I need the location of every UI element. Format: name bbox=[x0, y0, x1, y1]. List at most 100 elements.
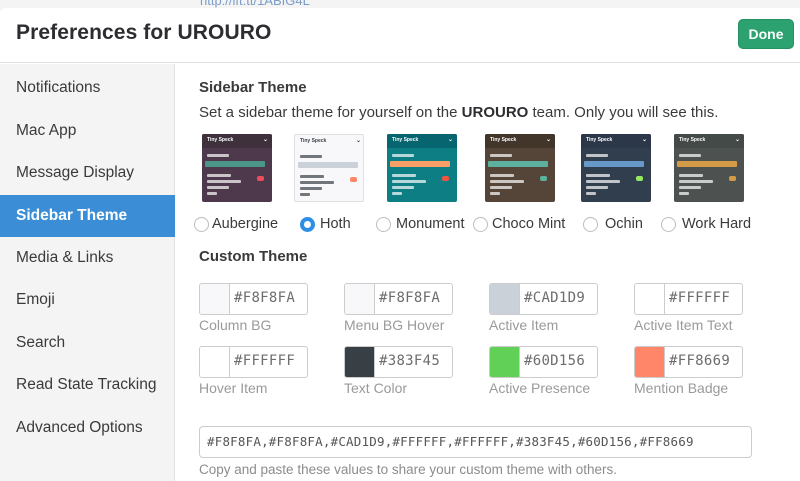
chevron-down-icon: ⌄ bbox=[447, 137, 453, 143]
theme-radio-ochin[interactable] bbox=[583, 217, 598, 232]
theme-preview-badge bbox=[636, 176, 643, 181]
sidebar-item-advanced-options[interactable]: Advanced Options bbox=[0, 407, 175, 449]
modal-header: Preferences for UROURO Done bbox=[0, 8, 800, 63]
theme-values-input[interactable]: #F8F8FA,#F8F8FA,#CAD1D9,#FFFFFF,#FFFFFF,… bbox=[199, 426, 752, 458]
color-swatch[interactable] bbox=[345, 347, 375, 377]
sidebar-item-notifications[interactable]: Notifications bbox=[0, 67, 175, 109]
theme-radio-label[interactable]: Choco Mint bbox=[492, 216, 565, 232]
theme-preview-ochin[interactable]: Tiny Speck ⌄ bbox=[581, 134, 651, 202]
swatch-label: Active Item Text bbox=[634, 317, 733, 333]
swatch-label: Hover Item bbox=[199, 380, 268, 396]
theme-preview-active-item bbox=[205, 161, 265, 167]
theme-preview-channel bbox=[490, 154, 512, 157]
color-swatch[interactable] bbox=[635, 284, 665, 314]
color-swatch[interactable] bbox=[345, 284, 375, 314]
theme-radio-choco-mint[interactable] bbox=[473, 217, 488, 232]
theme-radio-label[interactable]: Ochin bbox=[605, 216, 643, 232]
page-title: Preferences for UROURO bbox=[16, 21, 272, 44]
sidebar-theme-panel: Sidebar Theme Set a sidebar theme for yo… bbox=[176, 64, 800, 481]
theme-preview-badge bbox=[257, 176, 264, 181]
done-button[interactable]: Done bbox=[738, 19, 794, 49]
swatch-label: Text Color bbox=[344, 380, 408, 396]
swatch-label: Active Presence bbox=[489, 380, 591, 396]
color-input[interactable]: #F8F8FA bbox=[344, 283, 453, 315]
color-input[interactable]: #60D156 bbox=[489, 346, 598, 378]
sidebar-item-emoji[interactable]: Emoji bbox=[0, 279, 175, 321]
swatch-label: Column BG bbox=[199, 317, 272, 333]
color-hex-value: #F8F8FA bbox=[379, 290, 441, 306]
color-swatch[interactable] bbox=[635, 347, 665, 377]
theme-preview-channel bbox=[392, 180, 426, 183]
swatch-label: Menu BG Hover bbox=[344, 317, 445, 333]
theme-preview-channel bbox=[300, 187, 322, 190]
theme-preview-channel bbox=[586, 192, 596, 195]
color-input[interactable]: #F8F8FA bbox=[199, 283, 308, 315]
theme-preview-channel bbox=[300, 181, 334, 184]
theme-preview-active-item bbox=[584, 161, 644, 167]
theme-preview-channel bbox=[679, 192, 689, 195]
theme-preview-channel bbox=[679, 174, 703, 177]
sidebar-item-read-state-tracking[interactable]: Read State Tracking bbox=[0, 364, 175, 406]
color-input[interactable]: #383F45 bbox=[344, 346, 453, 378]
theme-preview-badge bbox=[442, 176, 449, 181]
color-swatch[interactable] bbox=[200, 284, 230, 314]
theme-preview-channel bbox=[207, 154, 229, 157]
color-hex-value: #CAD1D9 bbox=[524, 290, 586, 306]
theme-radio-label[interactable]: Hoth bbox=[320, 216, 351, 232]
theme-radio-label[interactable]: Monument bbox=[396, 216, 465, 232]
theme-radio-aubergine[interactable] bbox=[194, 217, 209, 232]
theme-preview-aubergine[interactable]: Tiny Speck ⌄ bbox=[202, 134, 272, 202]
swatch-label: Mention Badge bbox=[634, 380, 729, 396]
theme-preview-channel bbox=[490, 180, 524, 183]
theme-preview-hoth[interactable]: Tiny Speck ⌄ bbox=[294, 134, 364, 202]
color-input[interactable]: #FFFFFF bbox=[199, 346, 308, 378]
color-hex-value: #F8F8FA bbox=[234, 290, 296, 306]
custom-theme-heading: Custom Theme bbox=[199, 248, 308, 265]
theme-preview-channel bbox=[586, 180, 620, 183]
color-input[interactable]: #FFFFFF bbox=[634, 283, 743, 315]
theme-preview-channel bbox=[586, 154, 608, 157]
sidebar-item-message-display[interactable]: Message Display bbox=[0, 152, 175, 194]
theme-radio-label[interactable]: Work Hard bbox=[682, 216, 751, 232]
sidebar-item-media-links[interactable]: Media & Links bbox=[0, 237, 175, 279]
color-hex-value: #383F45 bbox=[379, 353, 441, 369]
color-hex-value: #FFFFFF bbox=[234, 353, 296, 369]
sidebar-theme-description: Set a sidebar theme for yourself on the … bbox=[199, 104, 719, 121]
theme-radio-work-hard[interactable] bbox=[661, 217, 676, 232]
theme-preview-channel bbox=[586, 186, 608, 189]
color-swatch[interactable] bbox=[200, 347, 230, 377]
theme-preview-monument[interactable]: Tiny Speck ⌄ bbox=[387, 134, 457, 202]
color-input[interactable]: #FF8669 bbox=[634, 346, 743, 378]
theme-preview-channel bbox=[392, 186, 414, 189]
theme-preview-header: Tiny Speck ⌄ bbox=[485, 134, 555, 148]
color-hex-value: #FF8669 bbox=[669, 353, 731, 369]
theme-preview-work-hard[interactable]: Tiny Speck ⌄ bbox=[674, 134, 744, 202]
theme-values-text: #F8F8FA,#F8F8FA,#CAD1D9,#FFFFFF,#FFFFFF,… bbox=[207, 434, 694, 449]
theme-preview-channel bbox=[490, 186, 512, 189]
color-hex-value: #60D156 bbox=[524, 353, 586, 369]
theme-preview-header: Tiny Speck ⌄ bbox=[581, 134, 651, 148]
sidebar-item-sidebar-theme[interactable]: Sidebar Theme bbox=[0, 195, 175, 237]
color-input[interactable]: #CAD1D9 bbox=[489, 283, 598, 315]
theme-radio-label[interactable]: Aubergine bbox=[212, 216, 278, 232]
theme-radio-hoth[interactable] bbox=[300, 217, 315, 232]
theme-preview-channel bbox=[392, 192, 402, 195]
theme-preview-active-item bbox=[390, 161, 450, 167]
theme-preview-channel bbox=[207, 180, 241, 183]
theme-preview-channel bbox=[300, 175, 324, 178]
color-swatch[interactable] bbox=[490, 347, 520, 377]
theme-preview-active-item bbox=[488, 161, 548, 167]
theme-preview-choco-mint[interactable]: Tiny Speck ⌄ bbox=[485, 134, 555, 202]
theme-preview-channel bbox=[207, 192, 217, 195]
theme-preview-channel bbox=[679, 186, 701, 189]
preferences-sidebar: Notifications Mac App Message Display Si… bbox=[0, 64, 175, 481]
theme-preview-channel bbox=[586, 174, 610, 177]
theme-radio-monument[interactable] bbox=[376, 217, 391, 232]
theme-preview-channel bbox=[490, 174, 514, 177]
sidebar-item-search[interactable]: Search bbox=[0, 322, 175, 364]
theme-preview-channel bbox=[300, 193, 310, 196]
color-swatch[interactable] bbox=[490, 284, 520, 314]
sidebar-item-mac-app[interactable]: Mac App bbox=[0, 110, 175, 152]
theme-preview-channel bbox=[300, 155, 322, 158]
theme-preview-header: Tiny Speck ⌄ bbox=[674, 134, 744, 148]
